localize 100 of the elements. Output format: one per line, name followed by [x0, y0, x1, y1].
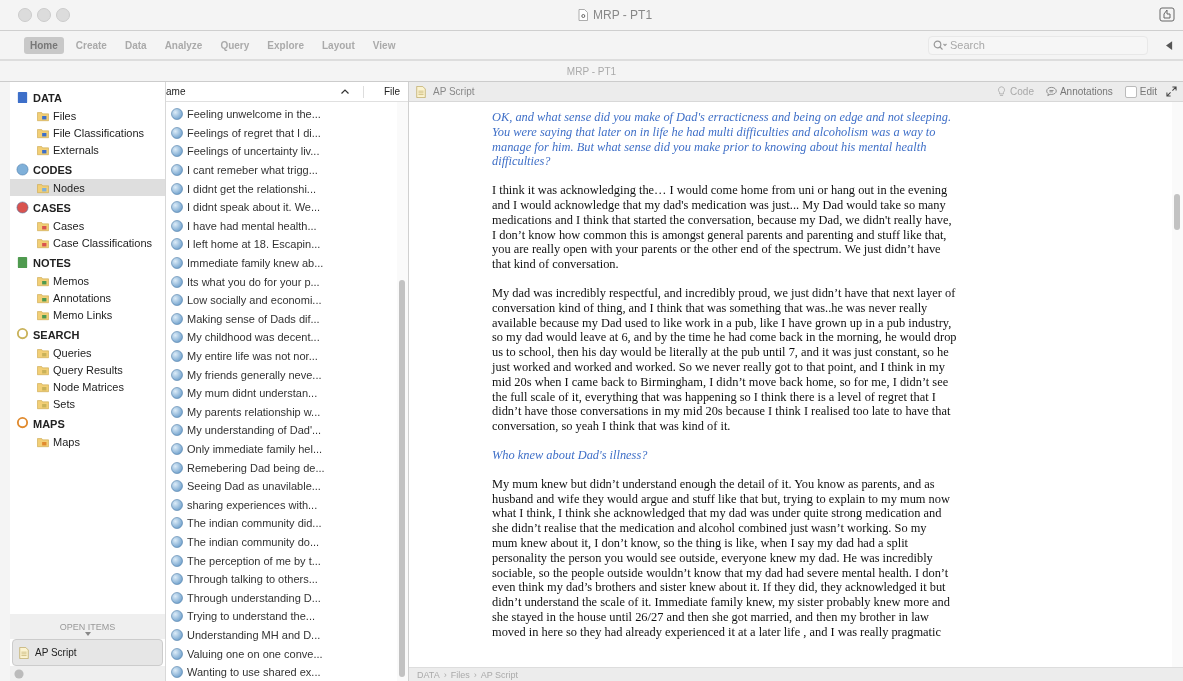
column-header[interactable]: ame [166, 86, 341, 97]
sidebar-item[interactable]: Files [10, 107, 165, 124]
folder-icon [37, 435, 49, 448]
node-icon [171, 350, 183, 362]
section-icon [16, 201, 29, 214]
node-row[interactable]: My parents relationship w... [166, 402, 397, 422]
folder-icon [37, 397, 49, 410]
sidebar-item[interactable]: Sets [10, 395, 165, 412]
sidebar-item[interactable]: Query Results [10, 361, 165, 378]
transcript-text: My mum knew but didn’t understand enough the detail of it. You know as parents, and as [492, 476, 935, 492]
sidebar-item[interactable]: Memo Links [10, 306, 165, 323]
sidebar-item[interactable]: Queries [10, 344, 165, 361]
node-row[interactable]: Feelings of regret that I di... [166, 123, 397, 143]
node-row[interactable]: Low socially and economi... [166, 290, 397, 310]
lightbulb-icon [996, 86, 1008, 97]
node-row[interactable]: My mum didnt understan... [166, 383, 397, 403]
node-row[interactable]: Only immediate family hel... [166, 439, 397, 459]
node-row[interactable]: Its what you do for your p... [166, 272, 397, 291]
node-row[interactable]: Remebering Dad being de... [166, 458, 397, 477]
transcript-text: conversation kind of thing, and I think that was something that was..he was never really [492, 300, 928, 316]
transcript-text: mid 20s when I came back to Birmingham, I didn’t move back home, so for me, I didn’t see [492, 374, 949, 390]
node-icon [171, 424, 183, 437]
transcript-text: sociable, so the people outside wouldn’t know that my dad had severe mental health. I don’t [492, 565, 949, 581]
node-icon [171, 461, 183, 474]
node-row[interactable]: My entire life was not nor... [166, 346, 397, 366]
node-row[interactable]: Wanting to use shared ex... [166, 662, 397, 681]
node-row[interactable]: I didnt speak about it. We... [166, 197, 397, 217]
sidebar-item[interactable]: Memos [10, 272, 165, 289]
node-row[interactable]: Through understanding D... [166, 588, 397, 608]
sort-caret-icon[interactable] [340, 89, 349, 94]
node-icon [171, 312, 183, 325]
sidebar-item[interactable]: Maps [10, 433, 165, 450]
sidebar-item[interactable]: Case Classifications [10, 234, 165, 251]
node-icon [171, 666, 183, 679]
sidebar-item[interactable]: Externals [10, 141, 165, 158]
search-input[interactable]: Search [950, 39, 1130, 51]
node-row[interactable]: Through talking to others... [166, 569, 397, 589]
node-row[interactable]: The indian community did... [166, 514, 397, 533]
node-row[interactable]: I have had mental health... [166, 216, 397, 236]
node-row[interactable]: My friends generally neve... [166, 365, 397, 384]
feedback-icon[interactable] [1159, 7, 1175, 23]
section-icon [16, 328, 29, 341]
node-row[interactable]: Valuing one on one conve... [166, 644, 397, 663]
window-control-icon[interactable] [37, 8, 51, 22]
node-row[interactable]: Seeing Dad as unavilable... [166, 476, 397, 496]
node-row[interactable]: Understanding MH and D... [166, 625, 397, 645]
node-row[interactable]: I left home at 18. Escapin... [166, 235, 397, 254]
node-row[interactable]: Immediate family knew ab... [166, 253, 397, 273]
node-icon [171, 294, 183, 307]
transcript-text: us to school, then his day would be literally at the pub until 7, and it was just constant, so he [492, 345, 949, 360]
node-row[interactable]: My childhood was decent... [166, 328, 397, 347]
sidebar-item[interactable]: Node Matrices [10, 378, 165, 395]
collapse-icon[interactable] [1166, 40, 1173, 50]
document-icon [18, 646, 30, 659]
node-row[interactable]: The perception of me by t... [166, 551, 397, 570]
question-text: manage for him. But what sense did you make prior to knowing about his mental health [492, 139, 927, 155]
node-icon [171, 164, 183, 177]
annotations-button[interactable]: Annotations [1042, 86, 1116, 97]
edit-checkbox[interactable]: Edit [1121, 85, 1160, 98]
transcript-text: medications and I think that started the conversation, because my Dad, we didn't really have, [492, 212, 952, 228]
node-row[interactable]: Feelings of uncertainty liv... [166, 142, 397, 161]
section-heading: NOTES [33, 256, 71, 269]
folder-icon [37, 181, 49, 194]
section-heading: DATA [33, 91, 62, 104]
node-row[interactable]: I cant remeber what trigg... [166, 160, 397, 180]
sidebar-item[interactable]: Nodes [10, 179, 165, 196]
sidebar-item[interactable]: Cases [10, 217, 165, 234]
node-row[interactable]: sharing experiences with... [166, 495, 397, 515]
section-icon [16, 256, 29, 269]
node-row[interactable]: I didnt get the relationshi... [166, 179, 397, 198]
folder-icon [37, 109, 49, 122]
scrollbar-thumb[interactable] [1174, 194, 1180, 230]
transcript-text: didn’t understand the scale of it. Immediate family knew, my sister probably knew more and [492, 595, 950, 610]
sidebar-item[interactable]: File Classifications [10, 124, 165, 141]
transcript-text: didn’t have those conversations in my mid 20s because I think I realised too late to have that [492, 404, 951, 420]
section-icon [16, 417, 29, 430]
folder-icon [37, 143, 49, 156]
node-icon [171, 554, 183, 567]
node-row[interactable]: The indian community do... [166, 532, 397, 552]
node-icon [171, 108, 183, 121]
node-icon [171, 573, 183, 586]
folder-icon [37, 236, 49, 249]
node-row[interactable]: Making sense of Dads dif... [166, 309, 397, 329]
search-icon [933, 40, 947, 50]
breadcrumb-separator: › [443, 669, 447, 680]
sidebar-item[interactable]: Annotations [10, 289, 165, 306]
column-header[interactable]: File [383, 86, 400, 97]
section-icon [16, 163, 29, 176]
info-icon[interactable] [14, 668, 24, 679]
window-control-icon[interactable] [18, 8, 32, 22]
scrollbar-thumb[interactable] [399, 280, 405, 677]
expand-icon[interactable] [1166, 86, 1177, 97]
open-item[interactable]: AP Script [12, 639, 163, 666]
search-box[interactable]: Search [928, 35, 1148, 55]
node-row[interactable]: Trying to understand the... [166, 607, 397, 626]
transcript-text: just worked and worked and worked. So we never really got to that point, and I think in my [492, 359, 945, 375]
transcript-text: what I think, I think she acknowledged that my dad was under quite strong medication and [492, 506, 942, 522]
node-row[interactable]: My understanding of Dad'... [166, 421, 397, 440]
node-row[interactable]: Feeling unwelcome in the... [166, 105, 397, 124]
window-control-icon[interactable] [56, 8, 70, 22]
